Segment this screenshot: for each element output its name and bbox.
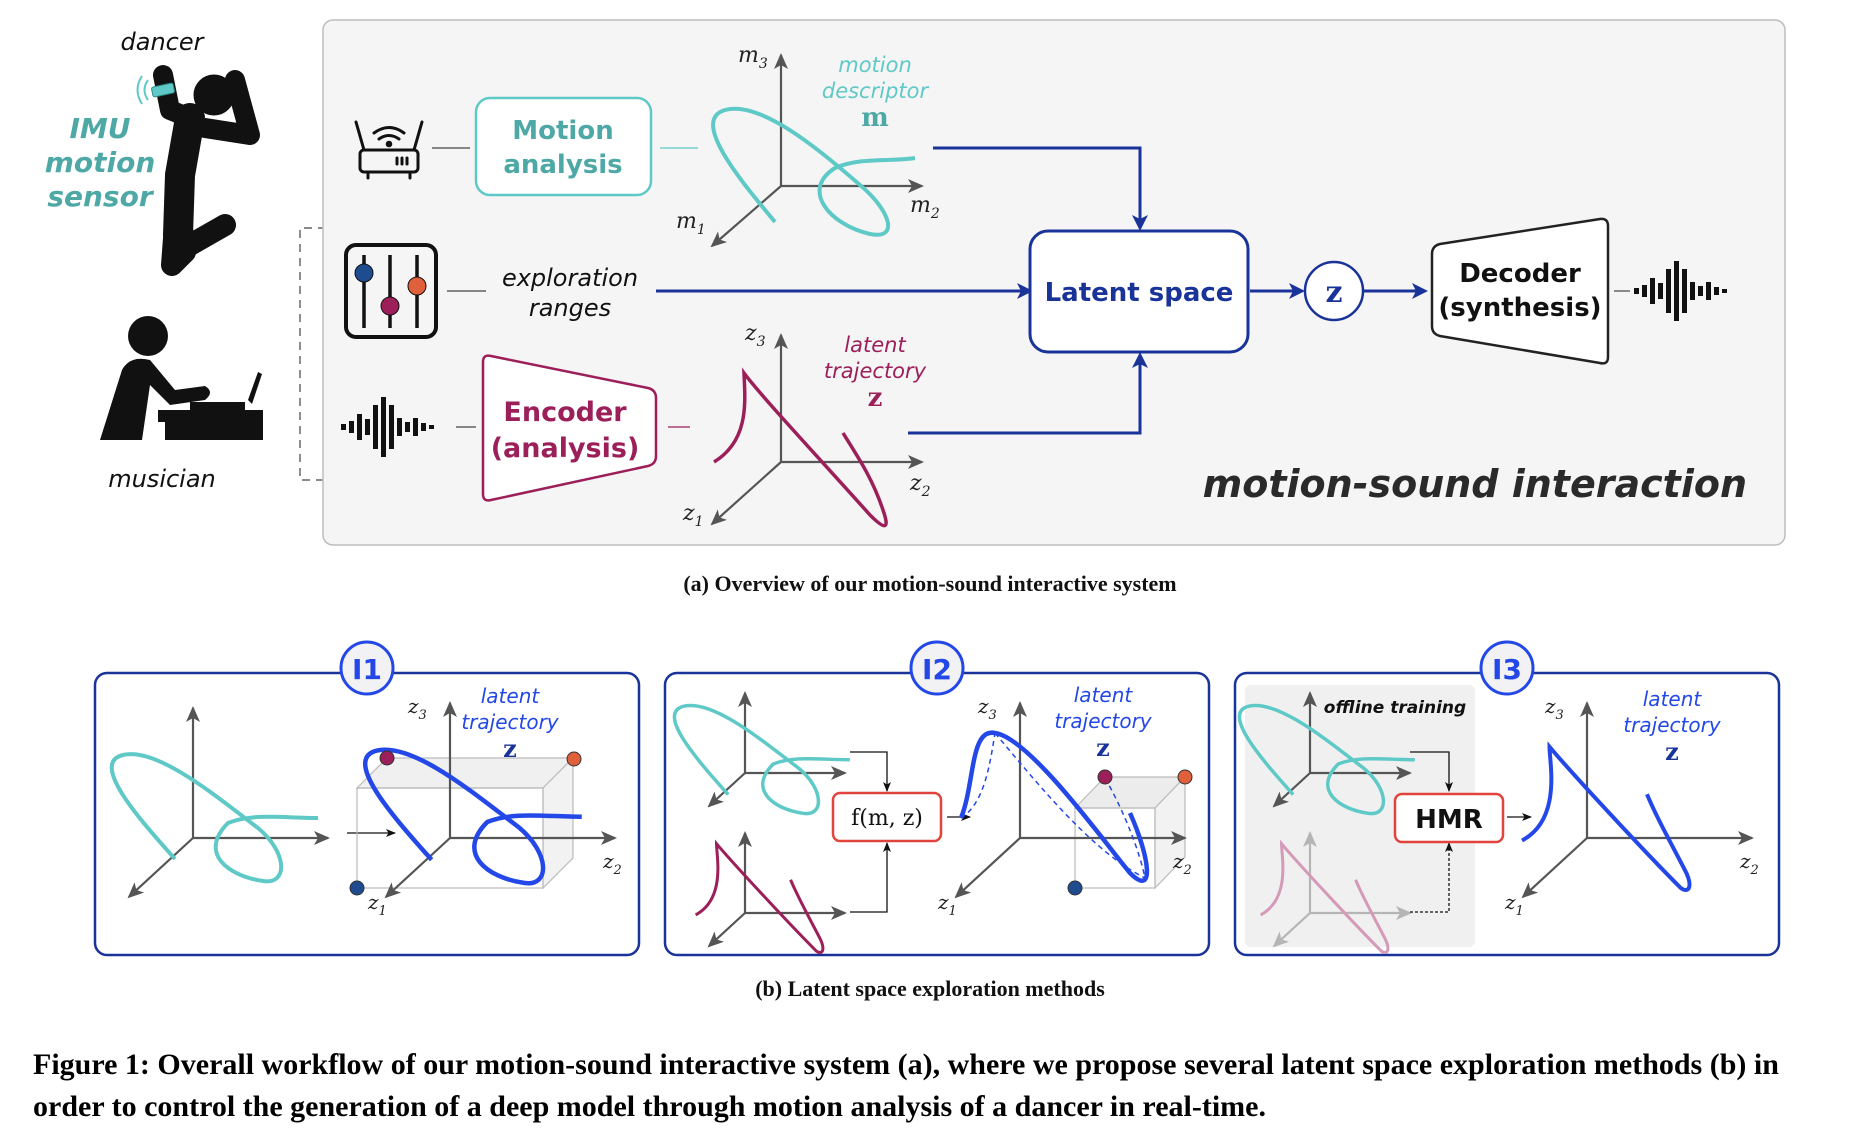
musician-icon [100,316,263,440]
latent-label-1: latent [481,684,541,708]
panel-a-title: motion-sound interaction [1203,462,1747,506]
latent-space-block: Latent space [1028,229,1250,354]
latent-label-1: latent [1074,683,1134,707]
latent-label-2: trajectory [1054,709,1152,733]
dancer-label: dancer [121,28,206,56]
method-badge-label: I3 [1492,653,1522,686]
method-i1: I1z3z2z1latenttrajectoryz [93,640,641,957]
range-point [349,880,365,896]
latent-label-2: trajectory [461,710,559,734]
range-point [566,751,582,767]
musician-group: musician [100,316,263,493]
range-point [1177,769,1193,785]
methods-row: I1z3z2z1latenttrajectoryzI2f(m, z)z3z2z1… [93,640,1781,957]
figure-canvas: dancer IMU motion sensor musician Motion… [45,19,1786,1001]
motion-analysis-label-1: Motion [512,116,613,146]
range-point [1097,769,1113,785]
range-point [379,750,395,766]
imu-label-line2: motion [45,146,156,179]
method-badge-label: I1 [352,653,382,686]
imu-label-line3: sensor [47,180,154,213]
hmr-label: HMR [1415,805,1483,835]
range-point [1067,880,1083,896]
panel-b-caption: (b) Latent space exploration methods [755,976,1105,1001]
musician-label: musician [108,465,216,493]
motion-descriptor-label-1: motion [838,53,912,77]
figure-caption: Figure 1: Overall workflow of our motion… [33,1048,1779,1123]
latent-symbol: z [1665,737,1679,766]
latent-symbol: z [1096,733,1110,762]
latent-space-label: Latent space [1045,278,1234,308]
latent-trajectory-label-1: latent [844,333,906,357]
decoder-label-2: (synthesis) [1438,293,1601,323]
offline-training-label: offline training [1324,698,1466,718]
encoder-label-1: Encoder [503,397,627,428]
panel-a-caption: (a) Overview of our motion-sound interac… [683,571,1176,596]
encoder-label-2: (analysis) [491,433,640,464]
latent-label-1: latent [1643,687,1703,711]
dancer-group: dancer IMU motion sensor [45,28,260,276]
exploration-ranges-label-2: ranges [529,294,611,322]
latent-trajectory-label-2: trajectory [824,359,927,383]
motion-analysis-label-2: analysis [503,150,622,180]
method-i2: I2f(m, z)z3z2z1latenttrajectoryz [663,640,1211,957]
imu-label-line1: IMU [69,112,130,145]
latent-symbol: z [503,734,517,763]
latent-label-2: trajectory [1623,713,1721,737]
decoder-label-1: Decoder [1459,259,1581,289]
method-badge-label: I2 [922,653,952,686]
method-i3: I3offline trainingHMRz3z2z1latenttraject… [1233,640,1781,957]
exploration-ranges-label-1: exploration [502,264,638,292]
z-node-label: z [1325,275,1342,310]
motion-analysis-block: Motion analysis [474,96,653,197]
dancer-icon [153,65,260,276]
motion-descriptor-symbol: m [861,103,889,133]
motion-descriptor-label-2: descriptor [822,79,930,103]
mapping-function-label: f(m, z) [851,806,923,831]
latent-trajectory-symbol: z [868,383,883,413]
z-node: z [1303,260,1365,322]
